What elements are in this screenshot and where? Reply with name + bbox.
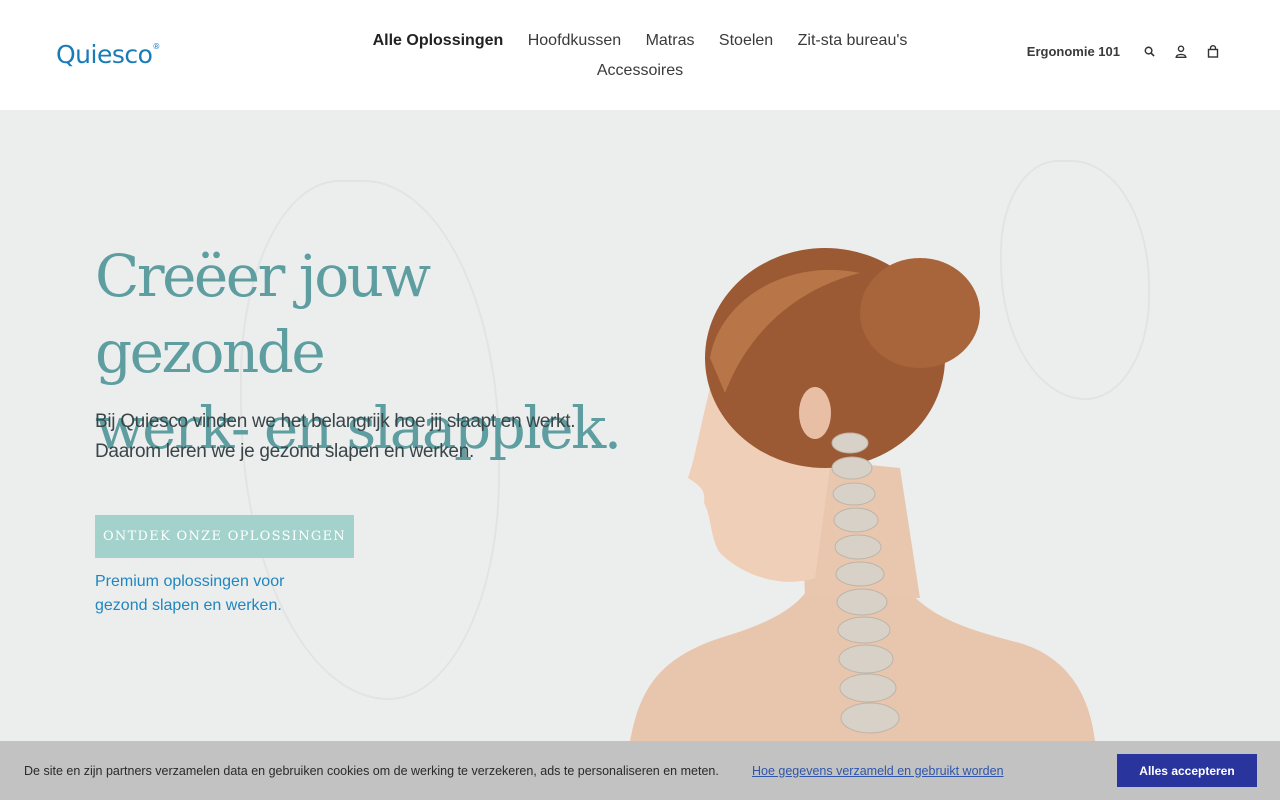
tagline-line1: Premium oplossingen voor [95, 573, 285, 590]
accept-all-cookies-button[interactable]: Alles accepteren [1117, 754, 1257, 787]
discover-solutions-button[interactable]: ONTDEK ONZE OPLOSSINGEN [95, 515, 354, 558]
hero-section: Creëer jouw gezonde werk- en slaapplek. … [0, 110, 1280, 741]
hero-lead-line1: Bij Quiesco vinden we het belangrijk hoe… [95, 411, 576, 432]
cookie-info-link[interactable]: Hoe gegevens verzameld en gebruikt worde… [752, 764, 1004, 778]
hero-lead: Bij Quiesco vinden we het belangrijk hoe… [95, 407, 615, 467]
main-nav: Alle Oplossingen Hoofdkussen Matras Stoe… [350, 26, 930, 86]
hero-tagline[interactable]: Premium oplossingen voor gezond slapen e… [95, 570, 355, 618]
hero-title-line1: Creëer jouw gezonde [95, 242, 431, 386]
account-icon[interactable] [1174, 45, 1188, 59]
quiesco-logo[interactable]: Quiesco® [56, 40, 160, 69]
cookie-message: De site en zijn partners verzamelen data… [24, 763, 719, 778]
nav-item-zit-sta-bureaus[interactable]: Zit-sta bureau's [798, 26, 908, 56]
nav-item-hoofdkussen[interactable]: Hoofdkussen [528, 26, 621, 56]
hero-woman-spine-image [630, 248, 1095, 741]
hero-lead-line2: Daarom leren we je gezond slapen en werk… [95, 441, 474, 462]
tagline-line2: gezond slapen en werken. [95, 597, 282, 614]
nav-item-accessoires[interactable]: Accessoires [597, 56, 683, 86]
header-utilities: Ergonomie 101 [1027, 44, 1220, 59]
cookie-banner: De site en zijn partners verzamelen data… [0, 741, 1280, 800]
site-header: Quiesco® Alle Oplossingen Hoofdkussen Ma… [0, 0, 1280, 110]
nav-item-stoelen[interactable]: Stoelen [719, 26, 773, 56]
registered-mark: ® [152, 42, 160, 51]
nav-item-matras[interactable]: Matras [646, 26, 695, 56]
nav-item-alle-oplossingen[interactable]: Alle Oplossingen [373, 26, 504, 56]
ergonomie-link[interactable]: Ergonomie 101 [1027, 44, 1120, 59]
cart-icon[interactable] [1206, 45, 1220, 59]
search-icon[interactable] [1142, 45, 1156, 59]
logo-text: Quiesco [56, 40, 153, 69]
